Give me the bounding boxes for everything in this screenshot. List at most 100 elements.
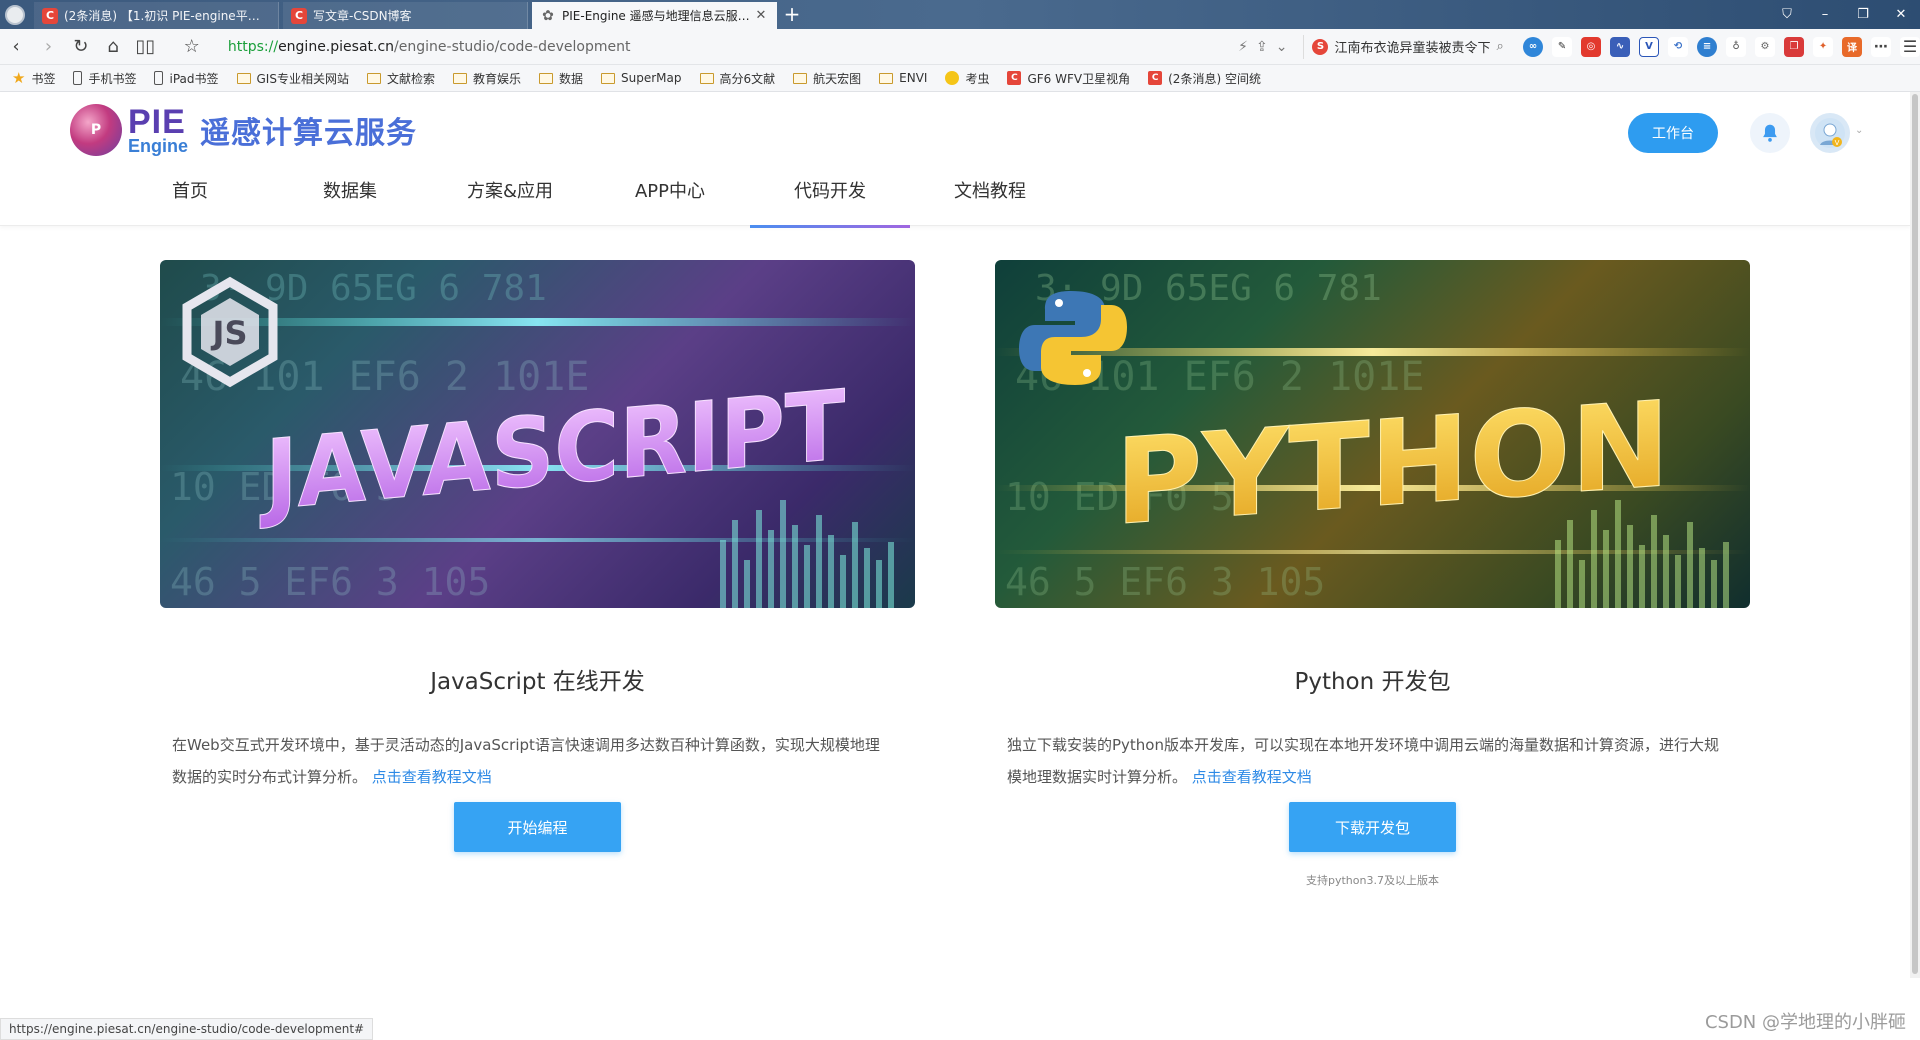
page-scrollbar[interactable]: [1910, 92, 1920, 978]
bookmark-label: 教育娱乐: [472, 71, 521, 86]
tablet-icon: [154, 71, 164, 85]
extensions-bar: ∞ ✎ ◎ ∿ V ⟲ ≡ ♁ ⚙ ❐ ✦ 译 ⋯ ☰: [1523, 36, 1920, 57]
browser-tab-active[interactable]: ✿ PIE-Engine 遥感与地理信息云服务平 ✕: [532, 2, 777, 29]
nav-item-home[interactable]: 首页: [110, 172, 270, 226]
bookmark-star-icon[interactable]: ☆: [176, 32, 208, 62]
nav-item-docs[interactable]: 文档教程: [910, 172, 1070, 226]
csdn-icon: C: [1007, 71, 1022, 85]
minimize-icon[interactable]: –: [1806, 0, 1844, 29]
javascript-doc-link[interactable]: 点击查看教程文档: [372, 768, 492, 786]
bookmark-item[interactable]: C (2条消息) 空间统: [1148, 70, 1261, 87]
close-window-icon[interactable]: ✕: [1882, 0, 1920, 29]
chevron-down-icon[interactable]: ⌄: [1276, 39, 1288, 55]
bookmark-label: (2条消息) 空间统: [1168, 71, 1261, 86]
wave-extension-icon[interactable]: ∿: [1610, 36, 1631, 57]
javascript-card-description: 在Web交互式开发环境中，基于灵活动态的JavaScript语言快速调用多达数百…: [172, 729, 892, 793]
globe-logo-icon: P: [70, 104, 122, 156]
nav-item-solutions[interactable]: 方案&应用: [430, 172, 590, 226]
bookmark-item[interactable]: SuperMap: [601, 71, 682, 85]
bookmark-item[interactable]: ★ 书签: [12, 69, 55, 87]
javascript-banner-art: 3· 9D 65EG 6 781 46 101 EF6 2 101E 10 ED…: [160, 268, 915, 608]
svg-text:3· 9D 65EG 6 781: 3· 9D 65EG 6 781: [200, 268, 547, 309]
bookmark-item[interactable]: iPad书签: [154, 70, 219, 87]
workbench-button[interactable]: 工作台: [1628, 113, 1718, 153]
folder-icon: [452, 72, 467, 84]
python-banner-art: 3· 9D 65EG 6 781 46 101 EF6 2 101E 10 ED…: [995, 268, 1750, 608]
bookmark-item[interactable]: 数据: [539, 70, 583, 87]
site-header: P PIE Engine 遥感计算云服务 工作台 V ⌄ 首页 数据集 方案&应…: [0, 92, 1910, 228]
bookmark-label: GIS专业相关网站: [256, 71, 349, 86]
feather-extension-icon[interactable]: ✎: [1552, 36, 1573, 57]
gear-extension-icon[interactable]: ⚙: [1755, 36, 1776, 57]
browser-tab[interactable]: C 写文章-CSDN博客: [283, 2, 528, 29]
close-icon[interactable]: ✕: [754, 8, 768, 23]
logo-pie: PIE: [128, 103, 186, 141]
translate-extension-icon[interactable]: ⟲: [1668, 36, 1689, 57]
nav-item-app-center[interactable]: APP中心: [590, 172, 750, 226]
bookmark-item[interactable]: GIS专业相关网站: [236, 70, 349, 87]
new-tab-button[interactable]: +: [777, 2, 807, 29]
browser-tab[interactable]: C (2条消息) 【1.初识 PIE-engine平台】: [34, 2, 279, 29]
python-card-title: Python 开发包: [1294, 669, 1451, 695]
bookmark-label: ENVI: [899, 71, 928, 85]
nav-item-code-development[interactable]: 代码开发: [750, 172, 910, 228]
reload-icon[interactable]: ↻: [65, 32, 97, 62]
bookmark-label: SuperMap: [621, 71, 682, 85]
folder-icon: [236, 72, 251, 84]
bookmark-label: 数据: [559, 71, 584, 86]
download-sdk-button[interactable]: 下载开发包: [1289, 802, 1456, 852]
bookmark-item[interactable]: ENVI: [879, 71, 927, 85]
bookmark-item[interactable]: 教育娱乐: [452, 70, 521, 87]
weibo-extension-icon[interactable]: ◎: [1581, 36, 1602, 57]
page-content: P PIE Engine 遥感计算云服务 工作台 V ⌄ 首页 数据集 方案&应…: [0, 92, 1920, 1020]
bookmark-item[interactable]: 手机书签: [73, 70, 136, 87]
chat-extension-icon[interactable]: ≡: [1697, 36, 1718, 57]
python-doc-link[interactable]: 点击查看教程文档: [1192, 768, 1312, 786]
share-icon[interactable]: ⇪: [1256, 39, 1268, 55]
svg-text:46 5 EF6 3 105: 46 5 EF6 3 105: [1005, 560, 1325, 604]
translate-cn-extension-icon[interactable]: 译: [1842, 36, 1863, 57]
bookmark-label: GF6 WFV卫星视角: [1027, 71, 1131, 86]
bookmark-label: 手机书签: [88, 71, 137, 86]
window-controls: ⛉ – ❐ ✕: [1768, 0, 1920, 29]
folder-icon: [879, 72, 894, 84]
scrollbar-thumb[interactable]: [1912, 94, 1918, 974]
csdn-icon: C: [42, 7, 58, 24]
smile-icon: [945, 71, 960, 85]
search-input[interactable]: S 江南布衣诡异童装被责令下 ⌕: [1303, 34, 1513, 59]
javascript-desc-text: 在Web交互式开发环境中，基于灵活动态的JavaScript语言快速调用多达数百…: [172, 736, 880, 786]
menu-icon[interactable]: ☰: [1900, 36, 1920, 57]
forward-icon[interactable]: ›: [32, 32, 64, 62]
shirt-icon[interactable]: ⛉: [1768, 0, 1806, 29]
bookmarks-bar: ★ 书签 手机书签 iPad书签 GIS专业相关网站 文献检索 教育娱乐 数据 S…: [0, 65, 1920, 92]
bookmark-label: 文献检索: [386, 71, 435, 86]
home-icon[interactable]: ⌂: [97, 32, 129, 62]
game-extension-icon[interactable]: ✦: [1813, 36, 1834, 57]
bookmark-item[interactable]: 文献检索: [366, 70, 435, 87]
infinity-extension-icon[interactable]: ∞: [1523, 36, 1544, 57]
chevron-down-icon[interactable]: ⌄: [1855, 125, 1863, 136]
javascript-card-title: JavaScript 在线开发: [430, 669, 645, 695]
bulb-extension-icon[interactable]: ♁: [1726, 36, 1747, 57]
lightning-icon[interactable]: ⚡: [1238, 39, 1248, 55]
back-icon[interactable]: ‹: [0, 32, 32, 62]
folder-icon: [366, 72, 381, 84]
avatar[interactable]: V: [1810, 113, 1850, 153]
reader-icon[interactable]: ▯▯: [129, 32, 161, 62]
browser-logo-icon[interactable]: [0, 0, 30, 29]
search-icon[interactable]: ⌕: [1497, 39, 1504, 54]
more-icon[interactable]: ⋯: [1871, 36, 1892, 57]
v-extension-icon[interactable]: V: [1639, 36, 1660, 57]
sogou-search-icon: S: [1312, 38, 1329, 55]
red-extension-icon[interactable]: ❐: [1784, 36, 1805, 57]
site-logo[interactable]: P PIE Engine 遥感计算云服务: [70, 104, 417, 156]
start-coding-button[interactable]: 开始编程: [454, 802, 621, 852]
bell-icon[interactable]: [1750, 113, 1790, 153]
restore-icon[interactable]: ❐: [1844, 0, 1882, 29]
bookmark-item[interactable]: 考虫: [945, 70, 989, 87]
bookmark-item[interactable]: 航天宏图: [793, 70, 861, 87]
bookmark-item[interactable]: 高分6文献: [699, 70, 775, 87]
nav-item-datasets[interactable]: 数据集: [270, 172, 430, 226]
bookmark-item[interactable]: C GF6 WFV卫星视角: [1007, 70, 1130, 87]
url-input[interactable]: https://engine.piesat.cn/engine-studio/c…: [228, 34, 1026, 60]
